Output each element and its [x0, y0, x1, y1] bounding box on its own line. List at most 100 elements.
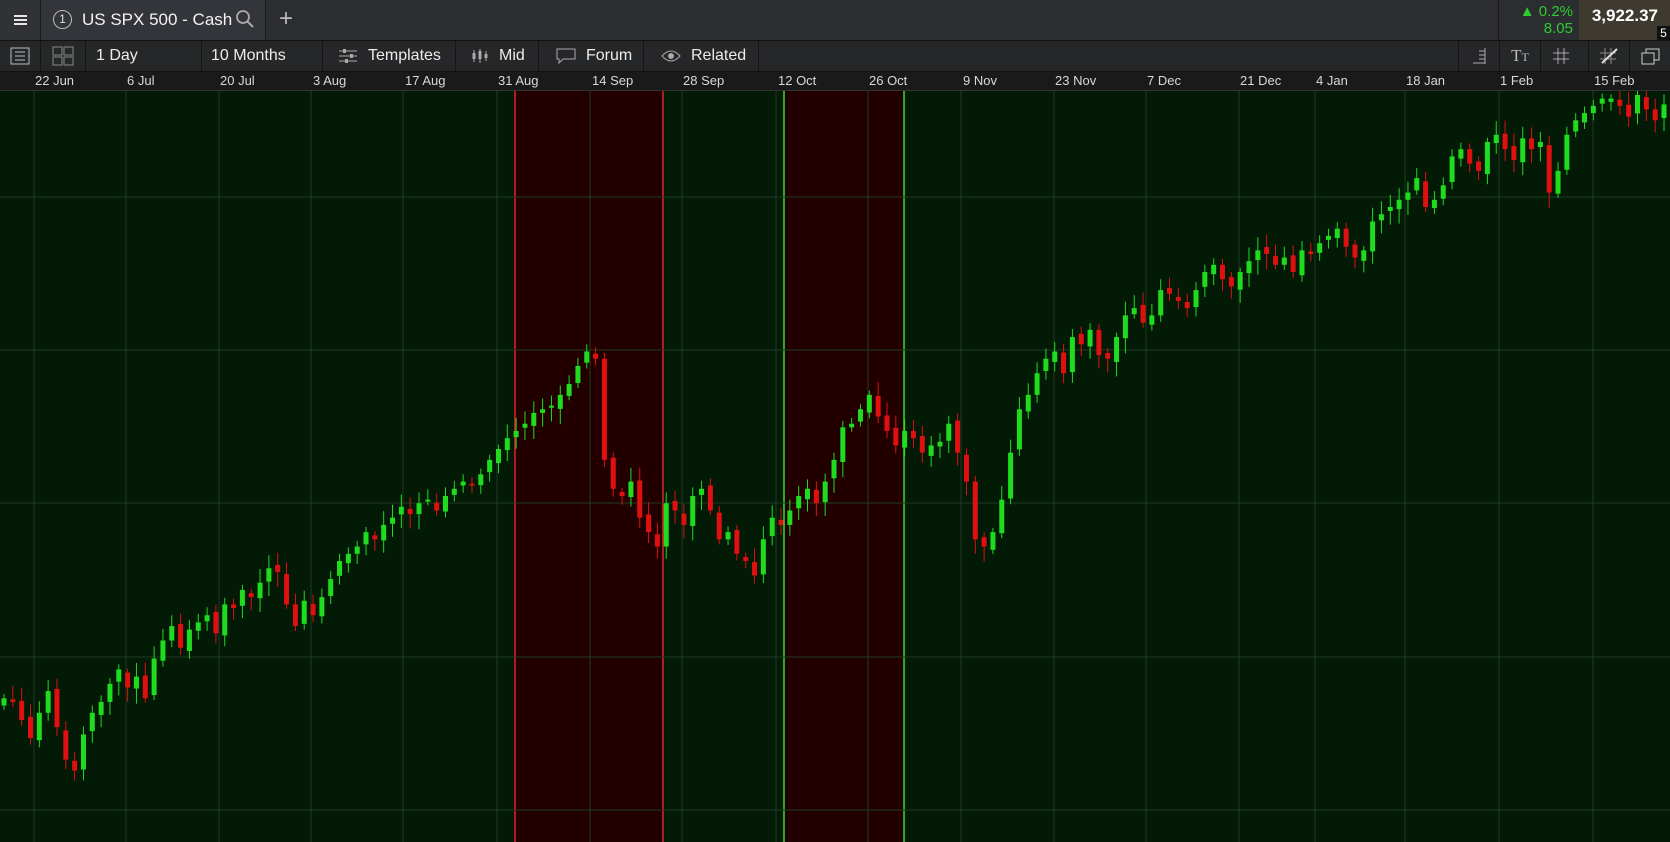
current-price: 3,922.37 [1591, 6, 1658, 25]
candle-body [487, 459, 493, 473]
candle-body [1352, 244, 1358, 258]
highlight-zone [515, 91, 663, 842]
candle-body [266, 568, 272, 582]
candle-body [690, 495, 696, 526]
time-axis-label: 23 Nov [1055, 73, 1097, 88]
candle-body [1590, 105, 1596, 114]
price-scale-icon[interactable] [1458, 41, 1499, 71]
candle-body [910, 430, 916, 439]
chat-bubble-icon [556, 48, 576, 64]
candle-body [1290, 255, 1296, 273]
plus-icon[interactable]: + [274, 6, 298, 32]
candle-body [990, 532, 996, 550]
candle-body [601, 358, 607, 460]
candle-body [1484, 141, 1490, 175]
candle-body [292, 604, 298, 627]
candle-body [584, 351, 590, 363]
candle-body [513, 430, 519, 438]
search-icon[interactable] [235, 9, 255, 29]
candle-body [822, 481, 828, 503]
highlight-zone [784, 91, 904, 842]
candle-body [1140, 304, 1146, 323]
candlestick-chart[interactable] [0, 91, 1670, 842]
time-axis-label: 15 Feb [1594, 73, 1635, 88]
candle-body [1520, 138, 1526, 163]
candle-body [390, 517, 396, 524]
range-select[interactable]: 10 Months [203, 41, 323, 71]
price-type-button[interactable]: Mid [457, 41, 539, 71]
templates-button[interactable]: Templates [324, 41, 456, 71]
candle-body [1131, 308, 1137, 315]
candle-body [151, 658, 157, 696]
candle-body [1458, 149, 1464, 159]
candle-body [805, 488, 811, 500]
candle-body [301, 600, 307, 624]
candle-body [354, 546, 360, 554]
candle-body [504, 438, 510, 451]
candle-body [107, 683, 113, 702]
candle-body [169, 626, 175, 641]
candle-body [646, 514, 652, 533]
candle-body [831, 459, 837, 479]
instrument-tab[interactable]: 1 US SPX 500 - Cash [41, 0, 266, 40]
candle-body [160, 640, 166, 661]
candle-body [946, 423, 952, 441]
candle-body [1599, 98, 1605, 104]
candle-body [416, 503, 422, 515]
detach-window-icon[interactable] [1629, 41, 1670, 71]
price-box[interactable]: 3,922.37 5 [1579, 0, 1670, 40]
time-axis-label: 26 Oct [869, 73, 908, 88]
candle-body [1643, 97, 1649, 110]
candle-body [1114, 337, 1120, 362]
candle-body [381, 524, 387, 541]
related-button[interactable]: Related [645, 41, 759, 71]
candle-body [1211, 264, 1217, 275]
candle-body [231, 604, 237, 608]
candle-body [752, 562, 758, 576]
candle-body [1149, 315, 1155, 325]
candle-body [1635, 95, 1641, 114]
candle-body [566, 384, 572, 396]
candle-body [1564, 134, 1570, 170]
instrument-name: US SPX 500 - Cash [82, 10, 233, 29]
forum-label: Forum [586, 47, 633, 64]
candle-body [45, 691, 51, 713]
grid-layout-icon[interactable] [41, 41, 86, 71]
candle-body [257, 582, 263, 599]
candle-body [1184, 302, 1190, 309]
range-label: 10 Months [211, 47, 286, 64]
candle-body [1414, 178, 1420, 191]
time-axis-label: 12 Oct [778, 73, 817, 88]
candle-body [1237, 272, 1243, 290]
candle-body [628, 481, 634, 498]
candle-body [1299, 250, 1305, 276]
candle-body [1158, 290, 1164, 316]
candle-body [531, 412, 537, 426]
candle-body [1467, 149, 1473, 164]
candle-body [1529, 138, 1535, 150]
candle-body [1078, 333, 1084, 345]
price-type-label: Mid [499, 47, 525, 64]
list-icon[interactable] [0, 41, 41, 71]
candle-body [10, 699, 16, 702]
candle-body [1555, 170, 1561, 194]
candle-body [1255, 250, 1261, 261]
candle-body [1502, 133, 1508, 150]
interval-select[interactable]: 1 Day [86, 41, 202, 71]
text-size-icon[interactable]: TT [1499, 41, 1540, 71]
candle-body [813, 489, 819, 504]
change-percent: ▲ 0.2% [1519, 3, 1573, 20]
candle-body [451, 488, 457, 495]
instrument-number-badge: 1 [53, 10, 72, 29]
drawing-tools-icon[interactable] [1588, 41, 1629, 71]
candle-body [999, 499, 1005, 534]
candle-body [787, 510, 793, 525]
price-chart[interactable] [0, 91, 1670, 842]
candle-body [319, 597, 325, 617]
forum-button[interactable]: Forum [540, 41, 644, 71]
grid-icon[interactable] [1540, 41, 1581, 71]
candle-body [1405, 192, 1411, 200]
related-label: Related [691, 47, 747, 64]
candle-body [575, 365, 581, 383]
hamburger-icon[interactable] [0, 0, 41, 40]
